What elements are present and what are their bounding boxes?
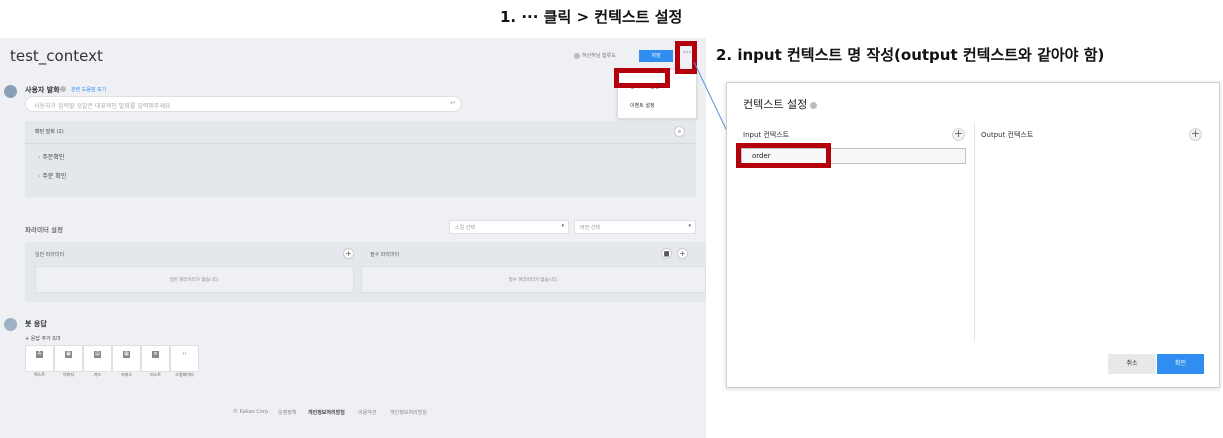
response-type-text[interactable]: A 텍스트 [25,345,54,377]
param-settings-label: 파라미터 설정 [25,226,63,234]
footer-copyright: © Kakao Corp. [233,409,270,415]
highlight-input-context [736,143,831,168]
response-type-image[interactable]: ▣ 이미지 [54,345,83,377]
help-text: 하산하님 합류도 [574,52,616,59]
general-param-empty: 일반 파라미터가 없습니다. [35,266,354,293]
divider [25,143,696,144]
list-item[interactable]: › 주문 확인 [38,171,66,180]
output-context-label: Output 컨텍스트 [981,131,1034,139]
column-divider [974,123,975,341]
response-type-card[interactable]: ▤ 카드 [83,345,112,377]
add-input-context-button[interactable]: + [952,128,965,141]
list-item[interactable]: › 주문확인 [38,152,64,161]
response-type-skill-data[interactable]: ‹› 스킬데이터 [170,345,199,377]
help-icon [60,86,66,92]
response-type-commerce[interactable]: ▦ 커머스 [112,345,141,377]
block-editor-screenshot: test_context 하산하님 합류도 저장 ··· 컨텍스트 설정 이벤트… [0,38,706,438]
dialog-title: 컨텍스트 설정 [743,96,818,112]
footer-link[interactable]: 이용약관 [358,409,376,416]
footer-link[interactable]: 개인정보처리방침 [308,409,345,416]
step1-caption: 1. ··· 클릭 > 컨텍스트 설정 [500,8,683,26]
enter-icon: ↵ [450,99,456,107]
search-icon[interactable]: ⌕ [674,126,685,137]
user-speech-label: 사용자 발화 [25,86,60,94]
cancel-button[interactable]: 취소 [1108,354,1156,374]
version-select[interactable]: 버전 선택 ▾ [574,220,696,234]
folder-icon[interactable]: ▆ [661,248,672,259]
add-response-button[interactable]: + 응답 추가 0/3 [25,335,60,342]
commerce-icon: ▦ [123,351,130,358]
tutorial-image: 1. ··· 클릭 > 컨텍스트 설정 2. input 컨텍스트 명 작성(o… [0,0,1223,438]
help-link[interactable]: 관련 도움말 보기 [71,86,106,93]
add-required-param-button[interactable]: + [677,248,688,259]
block-title: test_context [10,47,103,65]
help-icon [810,101,818,109]
skill-select[interactable]: 스킬 선택 ▾ [449,220,569,234]
menu-item-event-settings[interactable]: 이벤트 설정 [630,102,655,109]
chevron-down-icon: ▾ [561,223,564,229]
chevron-down-icon: ▾ [688,223,691,229]
bot-response-label: 봇 응답 [25,320,47,328]
footer-link[interactable]: 개인정보처리방침 [390,409,427,416]
pattern-utterance-panel: 패턴 발화 (2) ⌕ › 주문확인 › 주문 확인 [25,121,696,197]
required-param-empty: 필수 파라미터가 없습니다. [361,266,706,293]
parameter-panel: 일반 파라미터 + 필수 파라미터 ▆ + 일반 파라미터가 없습니다. 필수 … [25,242,706,302]
context-settings-dialog: 컨텍스트 설정 Input 컨텍스트 + Output 컨텍스트 + order… [726,82,1220,388]
general-param-title: 일반 파라미터 [35,252,65,258]
code-icon: ‹› [182,351,187,357]
input-context-label: Input 컨텍스트 [743,131,790,139]
highlight-context-settings [614,68,670,88]
response-type-list[interactable]: ≡ 리스트 [141,345,170,377]
user-avatar-icon [4,85,17,98]
pattern-list-title: 패턴 발화 (2) [35,129,64,135]
response-type-tiles: A 텍스트 ▣ 이미지 ▤ 카드 ▦ 커머스 ≡ 리스트 ‹› 스킬데이터 [25,345,199,377]
required-param-title: 필수 파라미터 [370,252,400,258]
confirm-button[interactable]: 확인 [1157,354,1204,374]
card-icon: ▤ [94,351,101,358]
text-icon: A [36,351,43,358]
add-output-context-button[interactable]: + [1189,128,1202,141]
image-icon: ▣ [65,351,72,358]
save-button[interactable]: 저장 [639,50,673,62]
highlight-more-button [675,41,697,74]
utterance-input[interactable]: 사용자가 입력할 것같은 대표적인 발화를 입력해주세요 [25,96,462,112]
help-icon [574,52,580,59]
bot-avatar-icon [4,318,17,331]
add-general-param-button[interactable]: + [343,248,354,259]
footer-link[interactable]: 운영정책 [278,409,296,416]
step2-caption: 2. input 컨텍스트 명 작성(output 컨텍스트와 같아야 함) [716,46,1105,64]
list-icon: ≡ [152,351,159,358]
